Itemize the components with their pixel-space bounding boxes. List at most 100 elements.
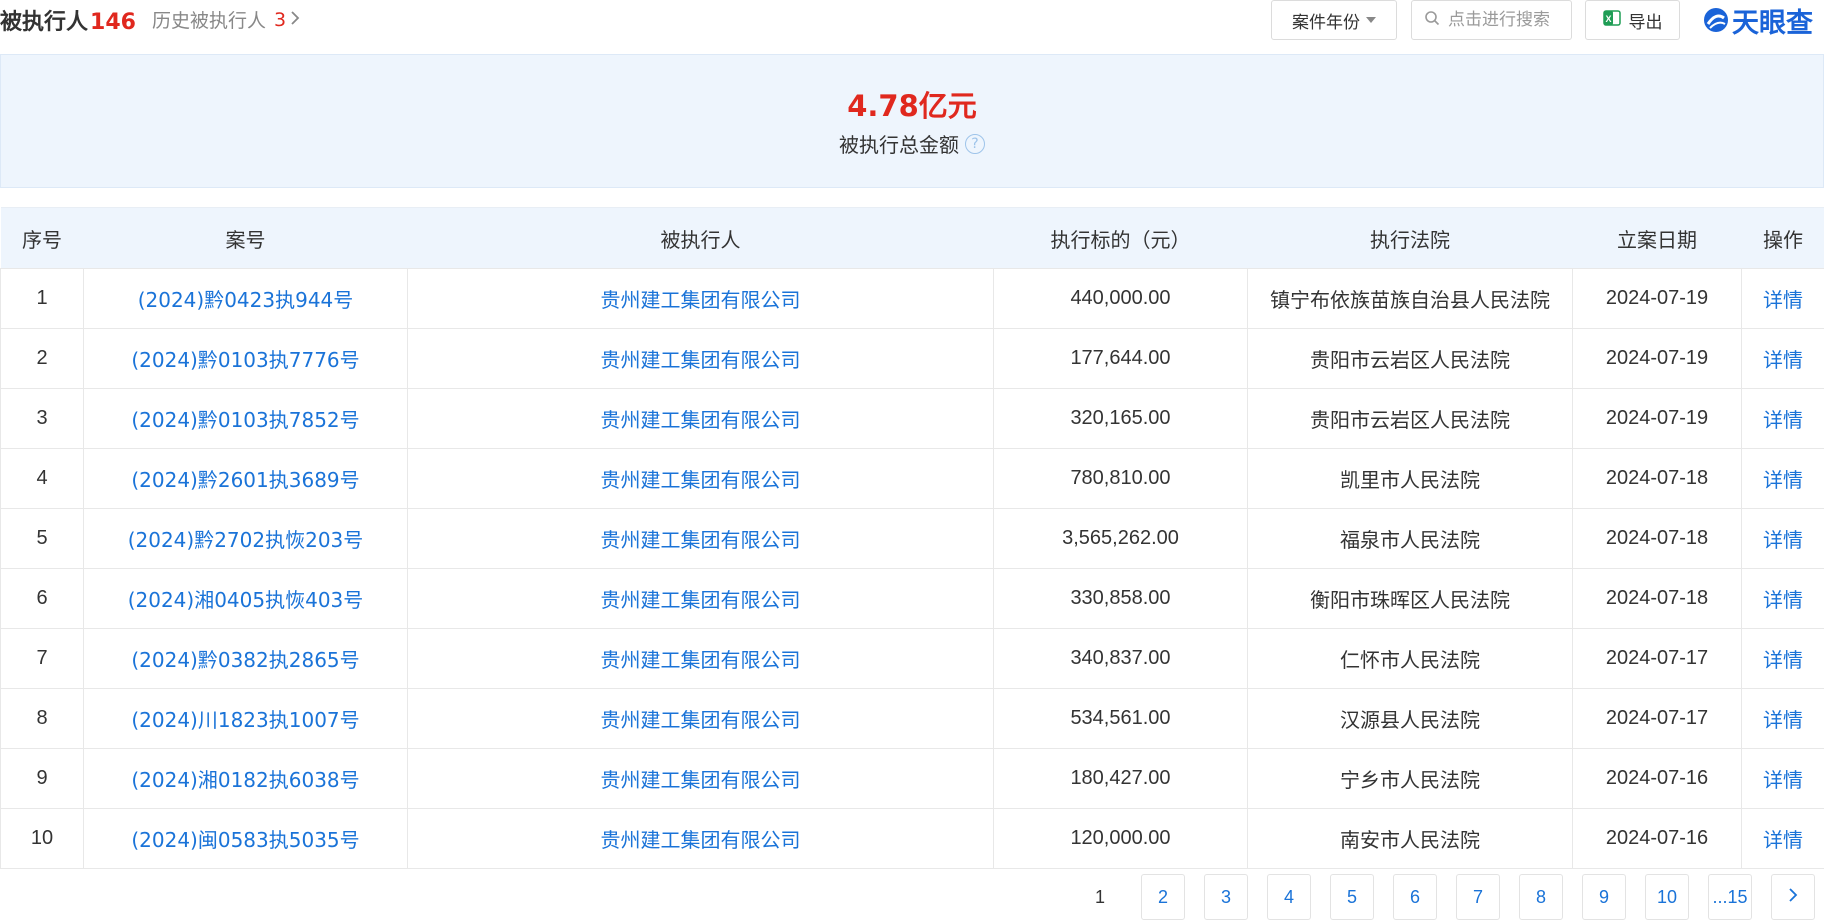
court-cell: 汉源县人民法院 [1247, 688, 1573, 749]
table-row: 7 (2024)黔0382执2865号 贵州建工集团有限公司 340,837.0… [0, 628, 1824, 689]
row-number: 6 [0, 568, 84, 629]
page-link-4[interactable]: 4 [1267, 874, 1311, 920]
page-link-5[interactable]: 5 [1330, 874, 1374, 920]
date-cell: 2024-07-17 [1572, 628, 1742, 689]
page-link-8[interactable]: 8 [1519, 874, 1563, 920]
date-cell: 2024-07-18 [1572, 448, 1742, 509]
amount-cell: 180,427.00 [993, 748, 1248, 809]
brand-name: 天眼查 [1732, 7, 1813, 39]
detail-link[interactable]: 详情 [1763, 648, 1803, 672]
history-count: 3 [274, 8, 287, 31]
page-current: 1 [1078, 874, 1122, 920]
party-link[interactable]: 贵州建工集团有限公司 [601, 588, 801, 612]
court-cell: 镇宁布依族苗族自治县人民法院 [1247, 268, 1573, 329]
page-title-label: 被执行人 [0, 10, 89, 35]
next-page-button[interactable] [1771, 874, 1815, 920]
amount-cell: 3,565,262.00 [993, 508, 1248, 569]
case-number-link[interactable]: (2024)湘0182执6038号 [131, 768, 359, 792]
party-link[interactable]: 贵州建工集团有限公司 [601, 288, 801, 312]
party-link[interactable]: 贵州建工集团有限公司 [601, 768, 801, 792]
detail-link[interactable]: 详情 [1763, 288, 1803, 312]
col-header-party: 被执行人 [407, 207, 994, 269]
detail-link[interactable]: 详情 [1763, 468, 1803, 492]
row-number: 8 [0, 688, 84, 749]
case-number-link[interactable]: (2024)川1823执1007号 [131, 708, 359, 732]
chevron-right-icon [290, 9, 300, 31]
row-number: 7 [0, 628, 84, 689]
executed-count: 146 [90, 10, 136, 35]
case-number-link[interactable]: (2024)黔2601执3689号 [131, 468, 359, 492]
party-link[interactable]: 贵州建工集团有限公司 [601, 648, 801, 672]
history-link[interactable]: 历史被执行人 3 [152, 6, 300, 33]
amount-cell: 177,644.00 [993, 328, 1248, 389]
party-link[interactable]: 贵州建工集团有限公司 [601, 468, 801, 492]
page-link-7[interactable]: 7 [1456, 874, 1500, 920]
total-amount: 4.78亿元 [847, 89, 977, 123]
amount-cell: 120,000.00 [993, 808, 1248, 869]
detail-link[interactable]: 详情 [1763, 828, 1803, 852]
page-link-2[interactable]: 2 [1141, 874, 1185, 920]
table-row: 3 (2024)黔0103执7852号 贵州建工集团有限公司 320,165.0… [0, 388, 1824, 449]
total-amount-label: 被执行总金额 [839, 133, 959, 157]
date-cell: 2024-07-19 [1572, 268, 1742, 329]
case-number-link[interactable]: (2024)黔2702执恢203号 [128, 528, 364, 552]
amount-cell: 780,810.00 [993, 448, 1248, 509]
search-box[interactable] [1411, 0, 1572, 40]
court-cell: 仁怀市人民法院 [1247, 628, 1573, 689]
court-cell: 衡阳市珠晖区人民法院 [1247, 568, 1573, 629]
case-number-link[interactable]: (2024)黔0103执7776号 [131, 348, 359, 372]
history-label: 历史被执行人 [152, 10, 267, 32]
page-link-10[interactable]: 10 [1645, 874, 1689, 920]
table-row: 1 (2024)黔0423执944号 贵州建工集团有限公司 440,000.00… [0, 268, 1824, 329]
party-link[interactable]: 贵州建工集团有限公司 [601, 528, 801, 552]
detail-link[interactable]: 详情 [1763, 708, 1803, 732]
party-link[interactable]: 贵州建工集团有限公司 [601, 828, 801, 852]
col-header-amount: 执行标的（元） [993, 207, 1248, 269]
date-cell: 2024-07-18 [1572, 508, 1742, 569]
page-link-3[interactable]: 3 [1204, 874, 1248, 920]
excel-icon: X [1602, 9, 1621, 32]
pagination: 1 2 3 4 5 6 7 8 9 10 ...15 [1078, 874, 1815, 920]
detail-link[interactable]: 详情 [1763, 408, 1803, 432]
total-amount-label-row: 被执行总金额 ? [1, 129, 1823, 158]
party-link[interactable]: 贵州建工集团有限公司 [601, 348, 801, 372]
table-row: 4 (2024)黔2601执3689号 贵州建工集团有限公司 780,810.0… [0, 448, 1824, 509]
amount-cell: 320,165.00 [993, 388, 1248, 449]
party-link[interactable]: 贵州建工集团有限公司 [601, 408, 801, 432]
court-cell: 贵阳市云岩区人民法院 [1247, 328, 1573, 389]
date-cell: 2024-07-16 [1572, 748, 1742, 809]
export-button[interactable]: X 导出 [1585, 0, 1680, 40]
case-number-link[interactable]: (2024)湘0405执恢403号 [128, 588, 364, 612]
col-header-date: 立案日期 [1572, 207, 1742, 269]
row-number: 9 [0, 748, 84, 809]
page-title: 被执行人146 [0, 4, 136, 36]
amount-cell: 340,837.00 [993, 628, 1248, 689]
party-link[interactable]: 贵州建工集团有限公司 [601, 708, 801, 732]
caret-down-icon [1366, 17, 1376, 23]
export-label: 导出 [1628, 12, 1663, 33]
case-year-filter[interactable]: 案件年份 [1271, 0, 1397, 40]
amount-cell: 330,858.00 [993, 568, 1248, 629]
page-link-last[interactable]: ...15 [1708, 874, 1752, 920]
detail-link[interactable]: 详情 [1763, 348, 1803, 372]
case-year-label: 案件年份 [1292, 12, 1360, 33]
case-number-link[interactable]: (2024)黔0382执2865号 [131, 648, 359, 672]
help-icon[interactable]: ? [965, 133, 985, 154]
row-number: 4 [0, 448, 84, 509]
amount-cell: 440,000.00 [993, 268, 1248, 329]
page-link-9[interactable]: 9 [1582, 874, 1626, 920]
table-row: 6 (2024)湘0405执恢403号 贵州建工集团有限公司 330,858.0… [0, 568, 1824, 629]
detail-link[interactable]: 详情 [1763, 768, 1803, 792]
row-number: 2 [0, 328, 84, 389]
page-link-6[interactable]: 6 [1393, 874, 1437, 920]
search-input[interactable] [1446, 9, 1570, 31]
court-cell: 福泉市人民法院 [1247, 508, 1573, 569]
detail-link[interactable]: 详情 [1763, 528, 1803, 552]
case-number-link[interactable]: (2024)黔0423执944号 [138, 288, 354, 312]
table-row: 9 (2024)湘0182执6038号 贵州建工集团有限公司 180,427.0… [0, 748, 1824, 809]
row-number: 1 [0, 268, 84, 329]
detail-link[interactable]: 详情 [1763, 588, 1803, 612]
case-number-link[interactable]: (2024)黔0103执7852号 [131, 408, 359, 432]
case-number-link[interactable]: (2024)闽0583执5035号 [131, 828, 359, 852]
court-cell: 南安市人民法院 [1247, 808, 1573, 869]
